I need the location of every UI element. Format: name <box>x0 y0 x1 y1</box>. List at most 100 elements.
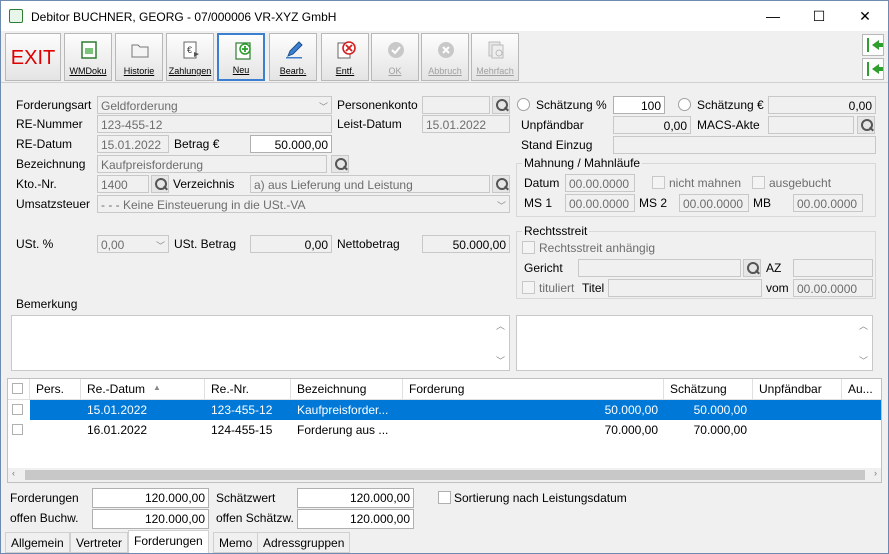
row-select-cell[interactable] <box>8 400 30 420</box>
abbruch-button[interactable]: Abbruch <box>421 33 469 81</box>
chevron-right-icon[interactable]: › <box>874 468 877 478</box>
stand-einzug-field[interactable] <box>613 136 876 154</box>
ms1-field[interactable]: 00.00.0000 <box>565 194 635 212</box>
column-header-re-nr[interactable]: Re.-Nr. <box>205 379 291 400</box>
scrollbar[interactable]: ︿ ﹀ <box>856 316 872 370</box>
key-icon[interactable] <box>331 155 349 173</box>
tab-adressgruppen[interactable]: Adressgruppen <box>257 532 351 553</box>
table-row[interactable]: 15.01.2022 123-455-12 Kaufpreisforder...… <box>8 400 881 420</box>
ms2-field[interactable]: 00.00.0000 <box>679 194 749 212</box>
bemerkung-textarea[interactable]: ︿ ﹀ <box>11 315 510 371</box>
unpfaendbar-field[interactable]: 0,00 <box>613 116 691 134</box>
search-icon[interactable] <box>492 175 510 193</box>
re-nummer-field[interactable]: 123-455-12 <box>97 115 332 133</box>
kto-label: Kto.-Nr. <box>16 177 57 191</box>
az-field[interactable] <box>793 259 873 277</box>
ok-button[interactable]: OK <box>371 33 419 81</box>
calendar-icon[interactable] <box>857 116 875 134</box>
titel-field[interactable] <box>608 279 762 297</box>
search-icon[interactable] <box>492 96 510 114</box>
gericht-field[interactable] <box>578 259 741 277</box>
mehrfach-label: Mehrfach <box>476 66 514 76</box>
minimize-button[interactable]: — <box>750 1 796 31</box>
schaetzung-eur-radio[interactable] <box>678 98 691 111</box>
schaetzung-eur-field[interactable]: 0,00 <box>768 96 876 114</box>
horizontal-scrollbar[interactable]: ‹ › <box>8 468 881 482</box>
cell-bezeichnung: Kaufpreisforder... <box>291 400 403 420</box>
wmdoku-button[interactable]: WMDoku <box>64 33 112 81</box>
az-label: AZ <box>766 261 782 275</box>
re-datum-field[interactable]: 15.01.2022 <box>97 135 169 153</box>
re-nummer-label: RE-Nummer <box>16 117 83 131</box>
column-header-forderung[interactable]: Forderung <box>403 379 664 400</box>
ust-select[interactable]: 0,00 ﹀ <box>97 235 169 253</box>
vom-label: vom <box>766 281 789 295</box>
select-all-checkbox[interactable] <box>12 383 23 394</box>
schaetzung-pct-field[interactable]: 100 <box>613 96 665 114</box>
schaetzung-pct-radio[interactable] <box>517 98 530 111</box>
scrollbar[interactable]: ︿ ﹀ <box>493 316 509 370</box>
close-button[interactable]: ✕ <box>842 1 888 31</box>
mahnung-title: Mahnung / Mahnläufe <box>522 156 643 170</box>
column-header-schaetzung[interactable]: Schätzung <box>664 379 753 400</box>
column-header-re-datum[interactable]: Re.-Datum ▲ <box>81 379 205 400</box>
search-icon[interactable] <box>743 259 761 277</box>
umsatzsteuer-select[interactable]: - - - Keine Einsteuerung in die USt.-VA ﹀ <box>97 195 510 213</box>
row-checkbox[interactable] <box>12 424 23 435</box>
sortierung-checkbox[interactable] <box>438 491 451 504</box>
exit-button[interactable]: EXIT <box>5 33 61 81</box>
sortierung-label: Sortierung nach Leistungsdatum <box>454 491 627 505</box>
tab-memo[interactable]: Memo <box>213 532 259 553</box>
entf-button[interactable]: Entf. <box>321 33 369 81</box>
macs-field[interactable] <box>768 116 854 134</box>
vom-field[interactable]: 00.00.0000 <box>793 279 873 297</box>
unpfaendbar-label: Unpfändbar <box>521 118 584 132</box>
tab-vertreter[interactable]: Vertreter <box>70 532 129 553</box>
row-checkbox[interactable] <box>12 404 23 415</box>
betrag-field[interactable]: 50.000,00 <box>250 135 332 153</box>
tituliert-checkbox[interactable] <box>522 281 535 294</box>
column-header-au[interactable]: Au... <box>842 379 881 400</box>
bezeichnung-field[interactable]: Kaufpreisforderung <box>97 155 327 173</box>
tab-allgemein[interactable]: Allgemein <box>5 532 70 553</box>
chevron-down-icon: ﹀ <box>155 241 165 251</box>
column-header-pers[interactable]: Pers. <box>30 379 81 400</box>
nicht-mahnen-label: nicht mahnen <box>669 176 742 190</box>
table-row[interactable]: 16.01.2022 124-455-15 Forderung aus ... … <box>8 420 881 440</box>
mb-field[interactable]: 00.00.0000 <box>793 194 863 212</box>
leist-datum-field[interactable]: 15.01.2022 <box>422 115 510 133</box>
nicht-mahnen-checkbox[interactable] <box>652 176 665 189</box>
payment-document-icon: € <box>183 41 199 59</box>
select-all-header[interactable] <box>8 379 30 400</box>
row-select-cell[interactable] <box>8 420 30 440</box>
verzeichnis-field[interactable]: a) aus Lieferung und Leistung <box>250 175 490 193</box>
ust-betrag-field[interactable]: 0,00 <box>250 235 332 253</box>
zahlungen-button[interactable]: € Zahlungen <box>166 33 214 81</box>
betrag-label: Betrag € <box>174 137 220 151</box>
tab-forderungen[interactable]: Forderungen <box>128 530 209 553</box>
historie-button[interactable]: Historie <box>115 33 163 81</box>
leist-datum-label: Leist-Datum <box>337 117 402 131</box>
bearb-button[interactable]: Bearb. <box>269 33 317 81</box>
nav-first-button[interactable] <box>862 34 884 56</box>
maximize-button[interactable]: ☐ <box>796 1 842 31</box>
search-icon[interactable] <box>151 175 169 193</box>
column-header-bezeichnung[interactable]: Bezeichnung <box>291 379 403 400</box>
ausgebucht-checkbox[interactable] <box>752 176 765 189</box>
scroll-thumb[interactable] <box>25 470 865 480</box>
kto-field[interactable]: 1400 <box>97 175 149 193</box>
mehrfach-button[interactable]: Mehrfach <box>471 33 519 81</box>
forderungsart-select[interactable]: Geldforderung ﹀ <box>97 96 332 114</box>
netto-field[interactable]: 50.000,00 <box>422 235 510 253</box>
personenkonto-field[interactable] <box>422 96 490 114</box>
neu-button[interactable]: Neu <box>217 33 265 81</box>
mahnung-datum-field[interactable]: 00.00.0000 <box>565 174 635 192</box>
arrow-left-icon <box>867 38 869 52</box>
titel-label: Titel <box>582 281 605 295</box>
title-bar: Debitor BUCHNER, GEORG - 07/000006 VR-XY… <box>1 1 888 31</box>
rechtsstreit-anhaengig-checkbox[interactable] <box>522 241 535 254</box>
nav-prev-button[interactable] <box>862 58 884 80</box>
column-header-unpfaendbar[interactable]: Unpfändbar <box>753 379 842 400</box>
memo-textarea-right[interactable]: ︿ ﹀ <box>516 315 873 371</box>
chevron-left-icon[interactable]: ‹ <box>12 468 15 478</box>
